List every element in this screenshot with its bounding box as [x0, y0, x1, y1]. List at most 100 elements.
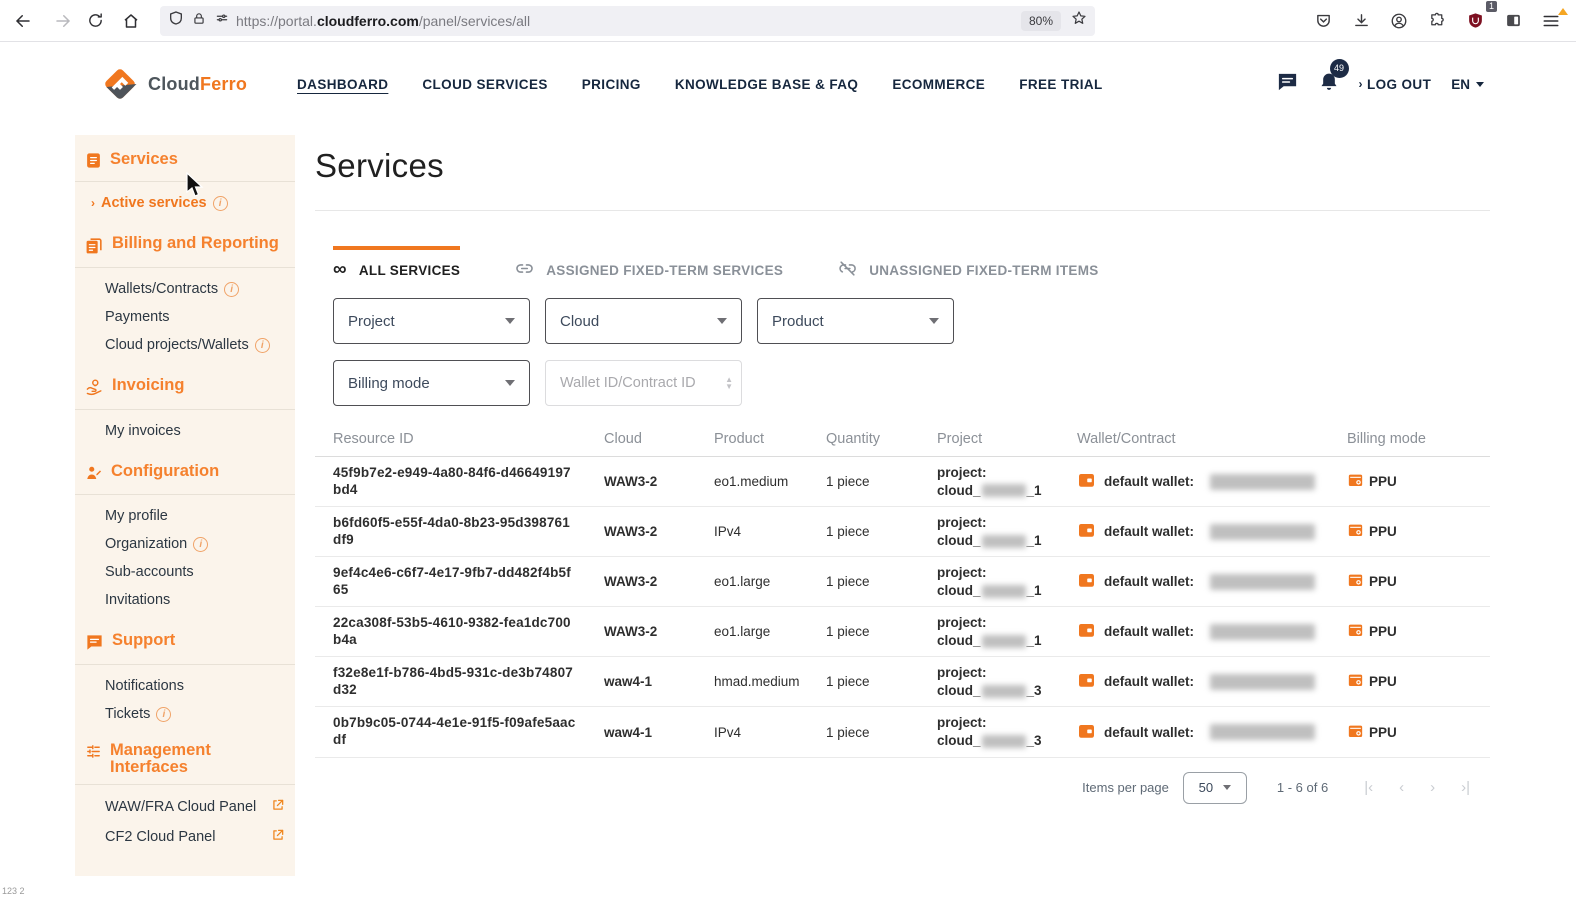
- tracking-shield-icon[interactable]: [168, 10, 184, 31]
- tab-all-services[interactable]: ∞ALL SERVICES: [333, 246, 460, 281]
- nav-item-ecommerce[interactable]: ECOMMERCE: [892, 73, 985, 96]
- info-icon[interactable]: i: [255, 338, 270, 353]
- project-suffix: _3: [1027, 733, 1042, 748]
- nav-item-dashboard[interactable]: DASHBOARD: [297, 73, 388, 96]
- resource-id-cell[interactable]: 45f9b7e2-e949-4a80-84f6-d46649197bd4: [333, 458, 604, 506]
- wallet-label: default wallet:: [1104, 524, 1194, 539]
- extensions-icon[interactable]: [1422, 6, 1452, 36]
- invoice-icon: [85, 377, 104, 402]
- redacted-project-value: [982, 685, 1026, 698]
- downloads-icon[interactable]: [1346, 6, 1376, 36]
- url-text[interactable]: https://portal.cloudferro.com/panel/serv…: [236, 13, 530, 29]
- cloud-cell: WAW3-2: [604, 467, 714, 496]
- cloudferro-logo[interactable]: CloudFerro: [100, 64, 247, 104]
- back-icon[interactable]: [8, 6, 38, 36]
- sidebar-item-my-invoices[interactable]: My invoices: [75, 417, 295, 445]
- tab-assigned-fixed-term-services[interactable]: ASSIGNED FIXED-TERM SERVICES: [515, 246, 783, 281]
- sidebar-item-label: Notifications: [105, 678, 184, 694]
- previous-page-icon[interactable]: ‹: [1399, 779, 1404, 796]
- info-icon[interactable]: i: [156, 707, 171, 722]
- language-selector[interactable]: EN: [1451, 77, 1484, 92]
- sidebar-item-my-profile[interactable]: My profile: [75, 502, 295, 530]
- project-value: cloud__3: [937, 732, 1067, 750]
- billing-mode-icon: [1347, 572, 1364, 591]
- first-page-icon[interactable]: |‹: [1364, 779, 1373, 796]
- billing-mode-label: PPU: [1369, 574, 1397, 589]
- quantity-cell: 1 piece: [826, 667, 937, 696]
- sidebar-item-notifications[interactable]: Notifications: [75, 672, 295, 700]
- sidebar-item-sub-accounts[interactable]: Sub-accounts: [75, 558, 295, 586]
- sidebar-item-label: Active services: [101, 195, 207, 211]
- resource-id-cell[interactable]: 22ca308f-53b5-4610-9382-fea1dc700b4a: [333, 608, 604, 656]
- info-icon[interactable]: i: [224, 282, 239, 297]
- bookmark-star-icon[interactable]: [1071, 10, 1087, 31]
- resource-id-cell[interactable]: b6fd60f5-e55f-4da0-8b23-95d398761df9: [333, 508, 604, 556]
- chevron-down-icon: [1476, 82, 1484, 87]
- lock-icon[interactable]: [192, 11, 206, 31]
- nav-item-knowledge-base-faq[interactable]: KNOWLEDGE BASE & FAQ: [675, 73, 859, 96]
- permissions-icon[interactable]: [214, 11, 230, 30]
- sidebar-item-payments[interactable]: Payments: [75, 303, 295, 331]
- sidebar-item-invitations[interactable]: Invitations: [75, 586, 295, 614]
- billing-mode-cell: PPU: [1347, 665, 1490, 698]
- wallet-id-input[interactable]: [560, 375, 700, 391]
- page-size-select[interactable]: 50: [1183, 772, 1247, 804]
- tab-label: ALL SERVICES: [359, 263, 460, 278]
- info-icon[interactable]: i: [193, 537, 208, 552]
- notifications-bell-icon[interactable]: 49: [1319, 71, 1339, 98]
- home-icon[interactable]: [116, 6, 146, 36]
- sidebar-item-label: Cloud projects/Wallets: [105, 337, 249, 353]
- billing-mode-icon: [1347, 472, 1364, 491]
- info-icon[interactable]: i: [213, 196, 228, 211]
- url-bar[interactable]: https://portal.cloudferro.com/panel/serv…: [160, 6, 1095, 36]
- resource-id-cell[interactable]: 0b7b9c05-0744-4e1e-91f5-f09afe5aacdf: [333, 708, 604, 756]
- number-spinner[interactable]: ▲▼: [725, 376, 733, 390]
- ublock-icon[interactable]: 1: [1460, 6, 1490, 36]
- sidebar-item-active-services[interactable]: › Active services i: [75, 189, 295, 217]
- sidebar-item-wallets-contracts[interactable]: Wallets/Contractsi: [75, 275, 295, 303]
- last-page-icon[interactable]: ›|: [1461, 779, 1470, 796]
- redacted-wallet-value: [1210, 674, 1315, 690]
- sidebar-item-cf2-cloud-panel[interactable]: CF2 Cloud Panel: [75, 822, 295, 852]
- product-cell: eo1.medium: [714, 467, 826, 496]
- sidebar-item-tickets[interactable]: Ticketsi: [75, 700, 295, 728]
- quantity-cell: 1 piece: [826, 467, 937, 496]
- forward-icon[interactable]: [48, 6, 78, 36]
- project-prefix: cloud_: [937, 633, 981, 648]
- sidebar-item-label: Organization: [105, 536, 187, 552]
- nav-item-free-trial[interactable]: FREE TRIAL: [1019, 73, 1103, 96]
- notifications-badge: 49: [1330, 59, 1349, 78]
- sidebar-item-waw-fra-cloud-panel[interactable]: WAW/FRA Cloud Panel: [75, 792, 295, 822]
- account-icon[interactable]: [1384, 6, 1414, 36]
- sidebar-section-title: Services: [110, 151, 178, 168]
- logout-button[interactable]: ›LOG OUT: [1359, 77, 1432, 92]
- nav-item-cloud-services[interactable]: CLOUD SERVICES: [422, 73, 547, 96]
- product-filter-select[interactable]: Product: [757, 298, 954, 344]
- billing-mode-filter-select[interactable]: Billing mode: [333, 360, 530, 406]
- project-prefix: cloud_: [937, 583, 981, 598]
- resource-id-cell[interactable]: f32e8e1f-b786-4bd5-931c-de3b74807d32: [333, 658, 604, 706]
- cloud-filter-select[interactable]: Cloud: [545, 298, 742, 344]
- menu-hamburger-icon[interactable]: [1536, 6, 1566, 36]
- chevron-right-icon: ›: [91, 196, 95, 210]
- cloud-cell: waw4-1: [604, 667, 714, 696]
- quantity-cell: 1 piece: [826, 718, 937, 747]
- next-page-icon[interactable]: ›: [1430, 779, 1435, 796]
- sidebar-toggle-icon[interactable]: [1498, 6, 1528, 36]
- tab-unassigned-fixed-term-items[interactable]: UNASSIGNED FIXED-TERM ITEMS: [838, 246, 1098, 281]
- pocket-icon[interactable]: [1308, 6, 1338, 36]
- resource-id-cell[interactable]: 9ef4c4e6-c6f7-4e17-9fb7-dd482f4b5f65: [333, 558, 604, 606]
- billing-mode-label: PPU: [1369, 725, 1397, 740]
- reload-icon[interactable]: [80, 6, 110, 36]
- quantity-cell: 1 piece: [826, 567, 937, 596]
- title-divider: [315, 210, 1490, 211]
- nav-item-pricing[interactable]: PRICING: [582, 73, 641, 96]
- project-suffix: _1: [1027, 583, 1042, 598]
- page-zoom-badge[interactable]: 80%: [1021, 11, 1061, 31]
- external-link-icon: [271, 798, 285, 816]
- project-filter-select[interactable]: Project: [333, 298, 530, 344]
- sidebar-section-title: Billing and Reporting: [112, 235, 279, 252]
- chat-icon[interactable]: [1276, 70, 1299, 98]
- sidebar-item-cloud-projects-wallets[interactable]: Cloud projects/Wallets i: [75, 331, 295, 359]
- sidebar-item-organization[interactable]: Organization i: [75, 530, 295, 558]
